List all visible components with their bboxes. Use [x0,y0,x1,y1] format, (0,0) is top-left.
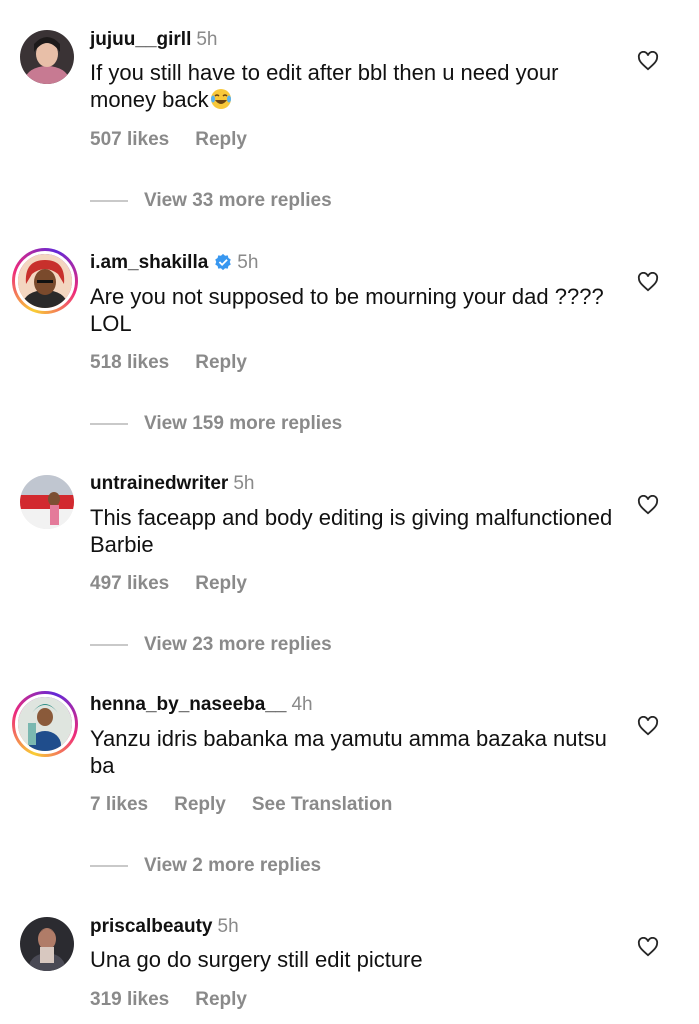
like-heart-icon[interactable] [637,272,659,292]
like-count[interactable]: 497 likes [90,573,169,594]
like-count[interactable]: 319 likes [90,989,169,1010]
reply-button[interactable]: Reply [174,794,226,815]
timestamp: 5h [196,29,218,50]
comment-actions: 319 likes Reply [90,989,273,1011]
comment-text: If you still have to edit after bbl then… [90,60,559,112]
reply-button[interactable]: Reply [195,989,247,1010]
avatar[interactable] [20,475,74,529]
replies-divider [90,200,128,202]
timestamp: 5h [237,252,259,273]
username[interactable]: henna_by_naseeba__ [90,694,286,715]
comment-meta: priscalbeauty 5h [90,916,239,938]
avatar-story-ring [15,251,75,311]
reply-button[interactable]: Reply [195,129,247,150]
view-replies-button[interactable]: View 2 more replies [90,855,321,877]
username[interactable]: untrainedwriter [90,473,228,494]
comment-meta: untrainedwriter 5h [90,473,254,495]
comment-meta: jujuu__girll 5h [90,29,218,51]
view-replies-button[interactable]: View 33 more replies [90,190,332,212]
replies-divider [90,865,128,867]
avatar-image [20,917,74,971]
avatar-image [20,30,74,84]
view-replies-button[interactable]: View 23 more replies [90,634,332,656]
timestamp: 5h [217,916,239,937]
like-count[interactable]: 7 likes [90,794,148,815]
comment-text: Are you not supposed to be mourning your… [90,284,604,336]
like-heart-icon[interactable] [637,937,659,957]
comment-text: Una go do surgery still edit picture [90,947,423,972]
comment-actions: 497 likes Reply [90,573,273,595]
see-translation-button[interactable]: See Translation [252,794,392,815]
reply-button[interactable]: Reply [195,573,247,594]
timestamp: 4h [291,694,313,715]
comment-actions: 507 likes Reply [90,129,273,151]
username[interactable]: i.am_shakilla [90,252,208,273]
comment-actions: 7 likes Reply See Translation [90,794,418,816]
comment-actions: 518 likes Reply [90,352,273,374]
view-replies-button[interactable]: View 159 more replies [90,413,342,435]
replies-divider [90,644,128,646]
comment-text: This faceapp and body editing is giving … [90,505,613,557]
avatar[interactable] [20,30,74,84]
avatar[interactable] [20,917,74,971]
verified-badge-icon [215,253,232,271]
avatar[interactable] [12,691,78,757]
avatar-image [18,254,72,308]
like-heart-icon[interactable] [637,495,659,515]
comment-meta: i.am_shakilla 5h [90,252,258,274]
comment-meta: henna_by_naseeba__ 4h [90,694,313,716]
comment-text: Yanzu idris babanka ma yamutu amma bazak… [90,726,607,778]
timestamp: 5h [233,473,255,494]
like-heart-icon[interactable] [637,716,659,736]
replies-divider [90,423,128,425]
like-count[interactable]: 507 likes [90,129,169,150]
avatar-image [18,697,72,751]
reply-button[interactable]: Reply [195,352,247,373]
face-with-tears-of-joy-icon [210,89,231,109]
avatar[interactable] [12,248,78,314]
username[interactable]: jujuu__girll [90,29,191,50]
like-heart-icon[interactable] [637,51,659,71]
like-count[interactable]: 518 likes [90,352,169,373]
username[interactable]: priscalbeauty [90,916,213,937]
avatar-story-ring [15,694,75,754]
avatar-image [20,475,74,529]
